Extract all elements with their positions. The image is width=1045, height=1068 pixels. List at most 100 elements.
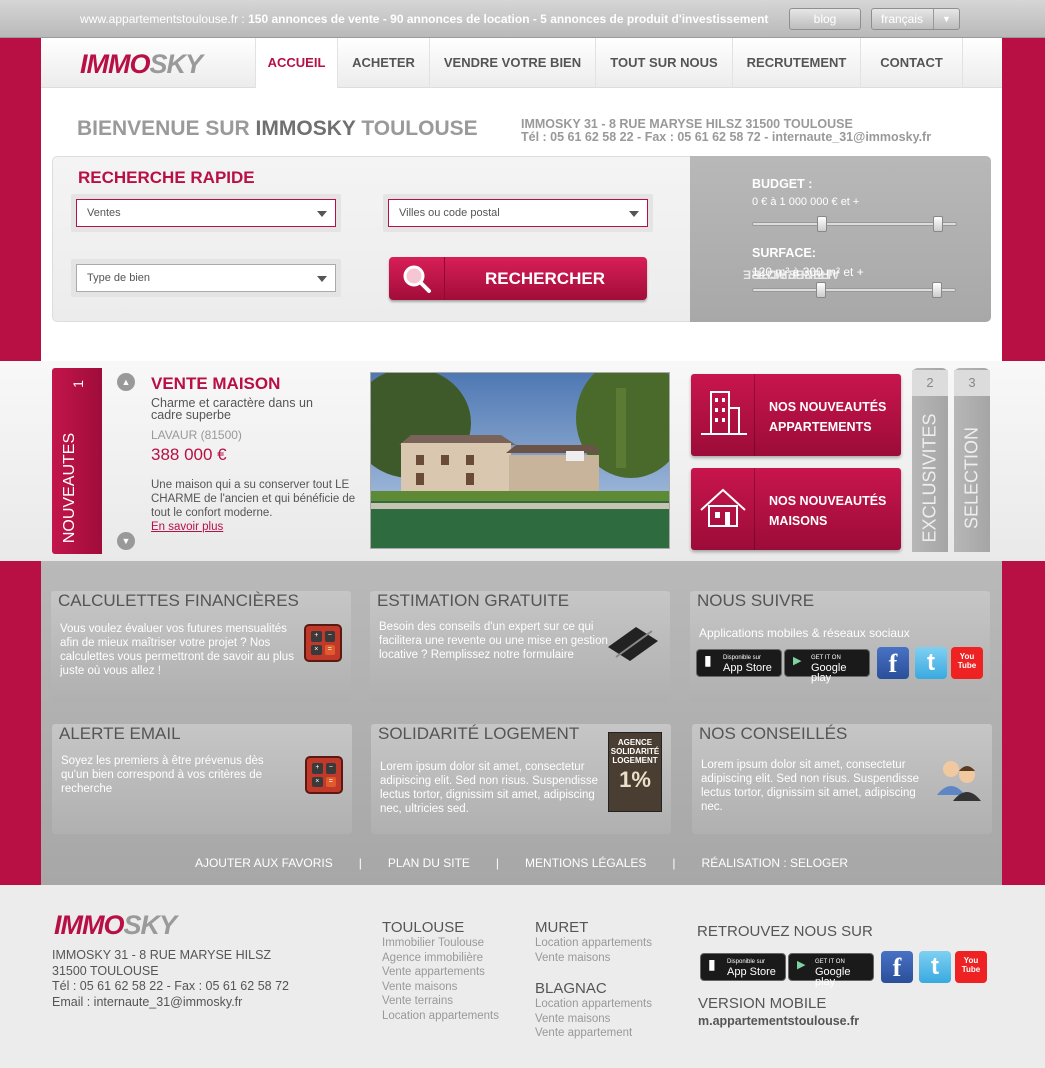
footer-link[interactable]: Vente appartement [535,1026,652,1041]
youtube-icon[interactable]: You Tube [951,647,983,679]
footer-address: IMMOSKY 31 - 8 RUE MARYSE HILSZ 31500 TOU… [52,948,289,1009]
calculator-icon: + − × = [304,624,342,662]
surface-label: SURFACE: [752,246,816,260]
property-type-select[interactable]: Type de bien [76,264,336,292]
site-url[interactable]: www.appartementstoulouse.fr : [80,12,245,26]
footer-col-muret: MURET Location appartements Vente maison… [535,919,652,965]
transaction-select[interactable]: Ventes [76,199,336,227]
nav-accueil[interactable]: ACCUEIL [255,38,337,88]
tab-nouveautes[interactable]: 1 NOUVEAUTES [52,368,102,554]
box-title: CALCULETTES FINANCIÈRES [58,591,299,610]
slider-handle[interactable] [816,282,826,298]
new-apartments-card[interactable]: NOS NOUVEAUTÉS APPARTEMENTS [691,374,901,456]
agency-contact: Tél : 05 61 62 58 22 - Fax : 05 61 62 58… [521,130,932,144]
search-button-label: RECHERCHER [485,269,605,288]
legal-link[interactable]: MENTIONS LÉGALES [525,856,646,870]
tab-selection[interactable]: 3 SELECTION [954,368,990,552]
nav-acheter[interactable]: ACHETER [337,38,429,88]
nav-contact[interactable]: CONTACT [860,38,963,88]
type-select-wrap: Type de bien [71,259,341,297]
google-play-badge[interactable]: ▶ GET IT ON Google play [788,953,874,988]
chevron-down-icon: ▼ [933,9,959,29]
surface-value: 120 m² à 300 m² et + [752,265,864,279]
footer-link[interactable]: Location appartements [382,1009,499,1024]
tab-exclusivites[interactable]: 2 EXCLUSIVITES [912,368,948,552]
box-text: Soyez les premiers à être prévenus dès q… [61,755,264,795]
footer-link[interactable]: Location appartements [535,997,652,1012]
chevron-up-icon[interactable]: ▲ [117,373,135,391]
app-store-badge[interactable]: ▮ Disponible sur App Store [700,953,786,981]
budget-label: BUDGET : [752,177,813,191]
immosky-logo[interactable]: IMMOSKY [54,910,177,941]
chevron-down-icon [629,211,639,217]
tab-label: NOUVEAUTES [61,432,78,544]
sitemap-link[interactable]: PLAN DU SITE [388,856,470,870]
immosky-logo[interactable]: IMMOSKY [80,49,203,80]
house-icon [691,468,755,550]
nav-recrutement[interactable]: RECRUTEMENT [732,38,860,88]
footer-links: AJOUTER AUX FAVORIS | PLAN DU SITE | MENTION… [41,856,1002,870]
follow-us-box: NOUS SUIVRE Applications mobiles & résea… [690,591,990,701]
solidarity-box[interactable]: SOLIDARITÉ LOGEMENT Lorem ipsum dolor si… [371,724,671,834]
language-select[interactable]: français ▼ [871,8,960,30]
location-select-wrap: Villes ou code postal [383,194,653,232]
box-title: ESTIMATION GRATUITE [377,591,570,610]
separator: | [358,856,362,870]
footer-col-title: MURET [535,919,589,936]
footer-link[interactable]: Vente maisons [535,951,652,966]
add-favorites-link[interactable]: AJOUTER AUX FAVORIS [195,856,333,870]
top-bar: www.appartementstoulouse.fr : 150 annonc… [0,0,1045,38]
tab-label: EXCLUSIVITES [919,413,940,543]
search-button[interactable]: RECHERCHER [389,257,647,300]
new-houses-card[interactable]: NOS NOUVEAUTÉS MAISONS [691,468,901,550]
credits-link[interactable]: RÉALISATION : SELOGER [702,856,848,870]
facebook-icon[interactable]: f [877,647,909,679]
tab-number: 3 [954,370,990,396]
building-icon [691,374,755,456]
estimation-box[interactable]: ESTIMATION GRATUITE Besoin des conseils … [370,591,670,701]
slider-handle[interactable] [932,282,942,298]
footer-link[interactable]: Vente appartements [382,965,499,980]
footer-link[interactable]: Agence immobilière [382,951,499,966]
mobile-version-title: VERSION MOBILE [698,995,827,1012]
footer-link[interactable]: Vente terrains [382,994,499,1009]
email-alert-box[interactable]: ALERTE EMAIL Soyez les premiers à être p… [52,724,352,834]
blog-button[interactable]: blog [789,8,861,30]
nav-tout-sur-nous[interactable]: TOUT SUR NOUS [595,38,732,88]
box-text: Besoin des conseils d'un expert sur ce q… [379,621,608,661]
location-input[interactable]: Villes ou code postal [388,199,648,227]
footer-link[interactable]: Location appartements [535,936,652,951]
footer-col-blagnac: BLAGNAC Location appartements Vente mais… [535,980,652,1041]
chevron-down-icon[interactable]: ▼ [117,532,135,550]
footer-link[interactable]: Immobilier Toulouse [382,936,499,951]
calculators-box[interactable]: CALCULETTES FINANCIÈRES Vous voulez éval… [51,591,351,701]
nav-vendre[interactable]: VENDRE VOTRE BIEN [429,38,595,88]
youtube-icon[interactable]: You Tube [955,951,987,983]
footer-link[interactable]: Vente maisons [382,980,499,995]
chevron-down-icon [317,211,327,217]
tab-number: 2 [912,370,948,396]
twitter-icon[interactable]: t [915,647,947,679]
agency-address: IMMOSKY 31 - 8 RUE MARYSE HILSZ 31500 TO… [521,117,853,131]
solidarity-badge: AGENCE SOLIDARITÉ LOGEMENT 1% [608,732,662,812]
slider-handle[interactable] [933,216,943,232]
facebook-icon[interactable]: f [881,951,913,983]
box-title: NOUS SUIVRE [697,591,815,610]
separator: | [495,856,500,870]
find-us-title: RETROUVEZ NOUS SUR [697,923,873,940]
slider-handle[interactable] [817,216,827,232]
mobile-version-link[interactable]: m.appartementstoulouse.fr [698,1014,859,1028]
tab-label: SELECTION [961,426,982,530]
advisors-box[interactable]: NOS CONSEILLÉS Lorem ipsum dolor sit ame… [692,724,992,834]
surface-slider[interactable] [752,282,956,298]
google-play-badge[interactable]: ▶ GET IT ON Google play [784,649,870,684]
page-title: BIENVENUE SUR IMMOSKY TOULOUSE [77,117,478,140]
read-more-link[interactable]: En savoir plus [151,521,223,533]
twitter-icon[interactable]: t [919,951,951,983]
budget-slider[interactable] [752,216,957,232]
footer-link[interactable]: Vente maisons [535,1012,652,1027]
play-icon: ▶ [793,655,802,667]
property-photo[interactable] [370,372,670,549]
app-store-badge[interactable]: ▮ Disponible sur App Store [696,649,782,677]
box-title: ALERTE EMAIL [59,724,181,743]
